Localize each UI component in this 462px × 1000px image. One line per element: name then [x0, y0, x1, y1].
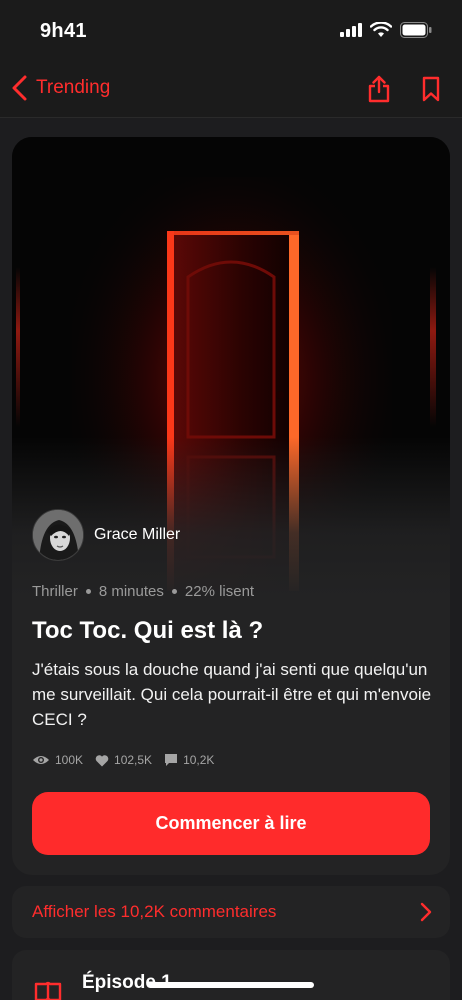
- speech-bubble-icon: [165, 754, 178, 766]
- story-duration: 8 minutes: [98, 583, 164, 600]
- views-stat: 100K: [32, 753, 83, 767]
- wifi-icon: [370, 22, 392, 37]
- back-button-label: Trending: [36, 77, 111, 98]
- bookmark-icon: [422, 76, 440, 102]
- share-button[interactable]: [364, 74, 394, 104]
- start-reading-button[interactable]: Commencer à lire: [32, 792, 430, 855]
- home-indicator[interactable]: [148, 982, 314, 988]
- author[interactable]: Grace Miller: [32, 509, 180, 561]
- separator-dot: [171, 589, 177, 594]
- back-button[interactable]: Trending: [10, 74, 110, 102]
- author-portrait-icon: [33, 510, 83, 560]
- story-title: Toc Toc. Qui est là ?: [32, 617, 264, 644]
- status-bar: 9h41: [0, 0, 462, 62]
- chevron-left-icon: [12, 75, 27, 101]
- story-genre: Thriller: [32, 583, 78, 600]
- cellular-signal-icon: [340, 23, 362, 37]
- episode-item[interactable]: Épisode 1: [12, 950, 450, 1000]
- story-stats: 100K 102,5K 10,2K: [32, 753, 214, 767]
- status-icons: [340, 22, 432, 38]
- heart-icon: [95, 754, 109, 766]
- story-card: Grace Miller Thriller 8 minutes 22% lise…: [12, 137, 450, 875]
- story-meta: Thriller 8 minutes 22% lisent: [32, 583, 254, 600]
- share-icon: [368, 75, 390, 103]
- author-name: Grace Miller: [94, 526, 181, 543]
- separator-dot: [85, 589, 91, 594]
- bookmark-button[interactable]: [416, 74, 446, 104]
- navigation-bar: Trending: [0, 62, 462, 118]
- show-comments-label: Afficher les 10,2K commentaires: [32, 902, 277, 921]
- comments-count: 10,2K: [183, 753, 215, 767]
- comments-stat: 10,2K: [164, 753, 214, 767]
- eye-icon: [33, 756, 49, 764]
- status-time: 9h41: [40, 20, 87, 42]
- book-icon: [34, 981, 62, 1000]
- story-readers: 22% lisent: [184, 583, 255, 600]
- story-description: J'étais sous la douche quand j'ai senti …: [32, 660, 432, 729]
- views-count: 100K: [55, 753, 84, 767]
- chevron-right-icon: [420, 902, 432, 922]
- nav-actions: [364, 74, 446, 104]
- likes-stat: 102,5K: [95, 753, 152, 767]
- author-avatar: [32, 509, 84, 561]
- likes-count: 102,5K: [114, 753, 153, 767]
- show-comments-link[interactable]: Afficher les 10,2K commentaires: [12, 886, 450, 938]
- battery-icon: [400, 22, 432, 38]
